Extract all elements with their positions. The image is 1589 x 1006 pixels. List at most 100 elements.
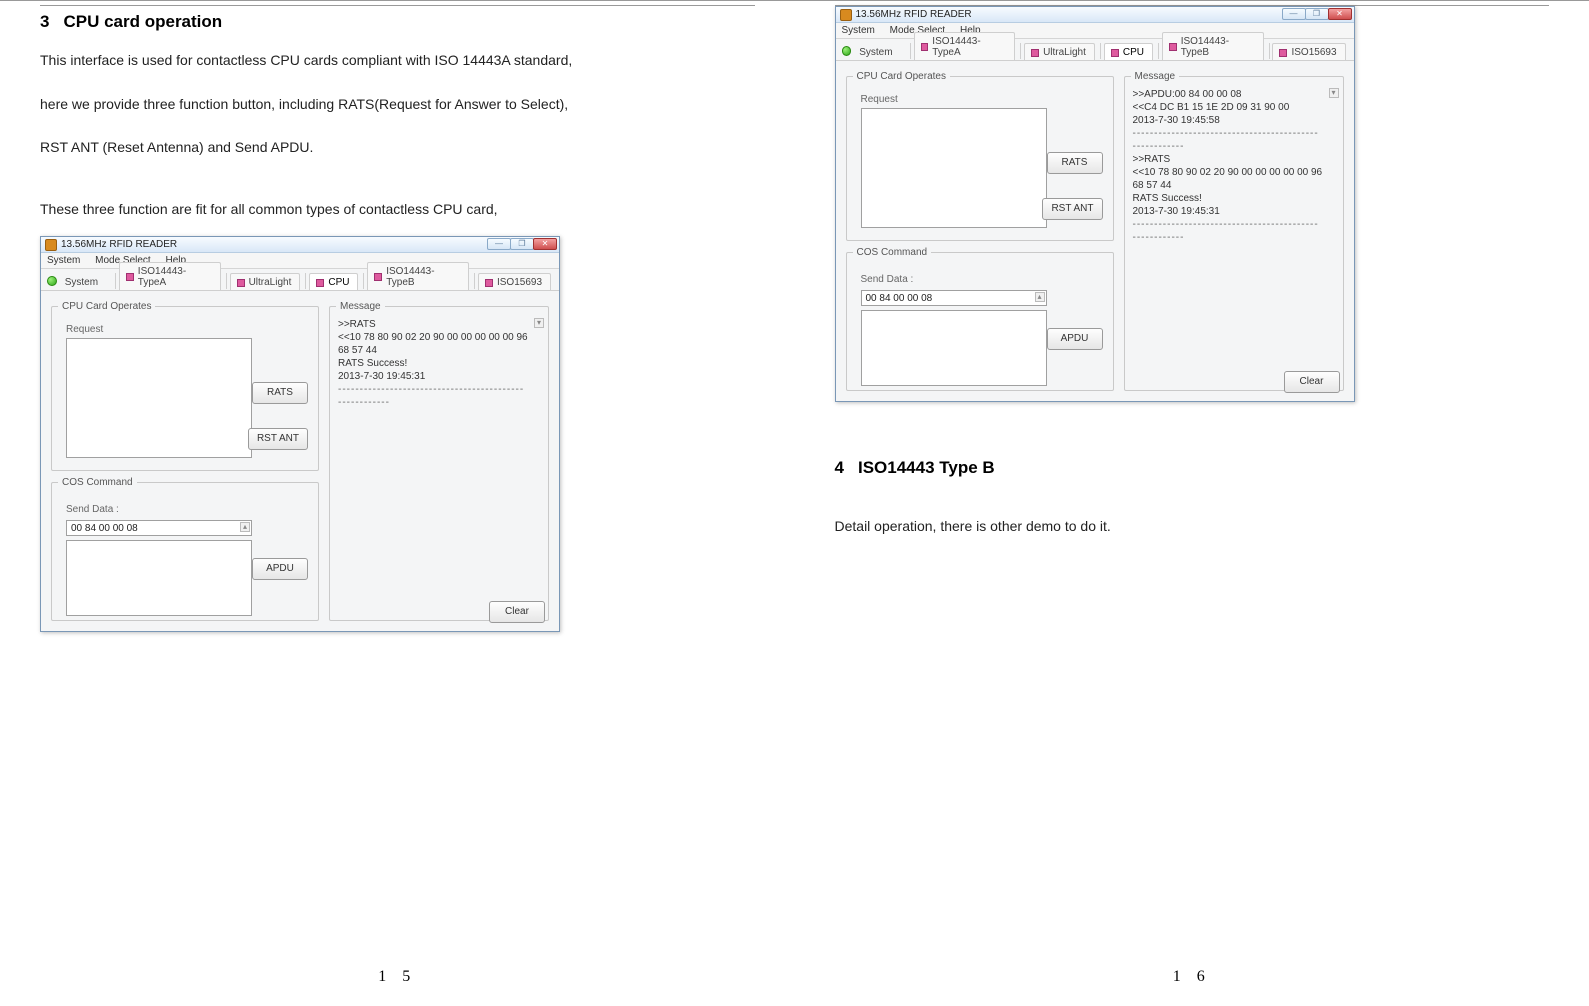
log-line: RATS Success! (1133, 192, 1323, 205)
apdu-button[interactable]: APDU (1047, 328, 1103, 350)
paragraph: Detail operation, there is other demo to… (835, 510, 1550, 544)
app-icon (45, 239, 57, 251)
request-text-area[interactable] (861, 108, 1047, 228)
log-line: <<10 78 80 90 02 20 90 00 00 00 00 00 96… (338, 331, 528, 357)
log-line: <<10 78 80 90 02 20 90 00 00 00 00 00 96… (1133, 166, 1323, 192)
message-group: Message ▴ >>APDU:00 84 00 00 08 <<C4 DC … (1124, 71, 1344, 391)
cpu-card-operates-group: CPU Card Operates Request RATS RST ANT (846, 71, 1114, 241)
message-log: >>RATS <<10 78 80 90 02 20 90 00 00 00 0… (338, 318, 528, 409)
tab-ultralight[interactable]: UltraLight (1024, 43, 1095, 60)
page-number: 1 5 (378, 968, 416, 986)
message-log: >>APDU:00 84 00 00 08 <<C4 DC B1 15 1E 2… (1133, 88, 1323, 244)
request-label: Request (66, 324, 103, 335)
send-data-area[interactable] (66, 540, 252, 616)
log-line: >>APDU:00 84 00 00 08 (1133, 88, 1323, 101)
tab-system[interactable]: System (857, 44, 904, 60)
maximize-button[interactable]: ❐ (510, 238, 534, 250)
tabbar: System ISO14443-TypeA UltraLight CPU ISO… (41, 269, 559, 291)
tab-cpu[interactable]: CPU (1104, 43, 1153, 60)
tab-iso15693[interactable]: ISO15693 (1272, 43, 1345, 60)
heading-number: 3 (40, 12, 49, 32)
message-group: Message ▴ >>RATS <<10 78 80 90 02 20 90 … (329, 301, 549, 621)
tab-icon (485, 279, 493, 287)
rats-button[interactable]: RATS (1047, 152, 1103, 174)
tab-typea[interactable]: ISO14443-TypeA (914, 32, 1016, 60)
log-line: RATS Success! (338, 357, 528, 370)
apdu-button[interactable]: APDU (252, 558, 308, 580)
tab-icon (316, 279, 324, 287)
content-area: CPU Card Operates Request RATS RST ANT C… (836, 61, 1354, 401)
paragraph: RST ANT (Reset Antenna) and Send APDU. (40, 131, 755, 165)
group-legend: Message (1131, 71, 1180, 82)
clear-button[interactable]: Clear (1284, 371, 1340, 393)
send-data-area[interactable] (861, 310, 1047, 386)
paragraph: These three function are fit for all com… (40, 193, 755, 227)
send-data-input[interactable]: 00 84 00 00 08 (861, 290, 1047, 306)
heading-text: CPU card operation (63, 12, 222, 31)
cpu-card-operates-group: CPU Card Operates Request RATS RST ANT (51, 301, 319, 471)
tab-icon (1169, 43, 1177, 51)
page-left: 3CPU card operation This interface is us… (0, 0, 795, 1006)
rst-ant-button[interactable]: RST ANT (1042, 198, 1102, 220)
scroll-up-icon[interactable]: ▴ (1035, 292, 1045, 302)
group-legend: Message (336, 301, 385, 312)
tab-icon (1279, 49, 1287, 57)
window-title: 13.56MHz RFID READER (61, 239, 177, 250)
tab-cpu[interactable]: CPU (309, 273, 358, 290)
heading-number: 4 (835, 458, 844, 478)
log-separator: ----------------------------------------… (1133, 218, 1323, 244)
cos-command-group: COS Command Send Data : 00 84 00 00 08 ▴… (51, 477, 319, 621)
scroll-down-icon[interactable]: ▾ (534, 318, 544, 328)
tab-system[interactable]: System (63, 274, 110, 290)
log-line: 2013-7-30 19:45:31 (338, 370, 528, 383)
send-data-label: Send Data : (66, 504, 119, 515)
content-area: CPU Card Operates Request RATS RST ANT C… (41, 291, 559, 631)
page-right: 13.56MHz RFID READER — ❐ ✕ System Mode S… (795, 0, 1589, 1006)
scroll-down-icon[interactable]: ▾ (1329, 88, 1339, 98)
menu-system[interactable]: System (842, 25, 875, 36)
tabbar: System ISO14443-TypeA UltraLight CPU ISO… (836, 39, 1354, 61)
log-separator: ----------------------------------------… (338, 383, 528, 409)
status-dot-icon (47, 276, 57, 286)
clear-button[interactable]: Clear (489, 601, 545, 623)
titlebar: 13.56MHz RFID READER — ❐ ✕ (41, 237, 559, 253)
log-separator: ----------------------------------------… (1133, 127, 1323, 153)
tab-icon (126, 273, 134, 281)
cos-command-group: COS Command Send Data : 00 84 00 00 08 ▴… (846, 247, 1114, 391)
tab-typeb[interactable]: ISO14443-TypeB (1162, 32, 1264, 60)
tab-icon (374, 273, 382, 281)
scroll-up-icon[interactable]: ▴ (240, 522, 250, 532)
request-label: Request (861, 94, 898, 105)
tab-ultralight[interactable]: UltraLight (230, 273, 301, 290)
window-title: 13.56MHz RFID READER (856, 9, 972, 20)
tab-icon (921, 43, 929, 51)
log-line: <<C4 DC B1 15 1E 2D 09 31 90 00 (1133, 101, 1323, 114)
request-text-area[interactable] (66, 338, 252, 458)
tab-icon (1031, 49, 1039, 57)
tab-icon (1111, 49, 1119, 57)
app-screenshot-2: 13.56MHz RFID READER — ❐ ✕ System Mode S… (835, 6, 1355, 402)
tab-typeb[interactable]: ISO14443-TypeB (367, 262, 469, 290)
tab-typea[interactable]: ISO14443-TypeA (119, 262, 221, 290)
menu-system[interactable]: System (47, 255, 80, 266)
rst-ant-button[interactable]: RST ANT (248, 428, 308, 450)
minimize-button[interactable]: — (487, 238, 511, 250)
status-dot-icon (842, 46, 852, 56)
send-data-label: Send Data : (861, 274, 914, 285)
group-legend: COS Command (58, 477, 137, 488)
rats-button[interactable]: RATS (252, 382, 308, 404)
titlebar: 13.56MHz RFID READER — ❐ ✕ (836, 7, 1354, 23)
paragraph: here we provide three function button, i… (40, 88, 755, 122)
group-legend: CPU Card Operates (853, 71, 950, 82)
app-icon (840, 9, 852, 21)
send-data-input[interactable]: 00 84 00 00 08 (66, 520, 252, 536)
minimize-button[interactable]: — (1282, 8, 1306, 20)
log-line: >>RATS (338, 318, 528, 331)
close-button[interactable]: ✕ (533, 238, 557, 250)
close-button[interactable]: ✕ (1328, 8, 1352, 20)
tab-iso15693[interactable]: ISO15693 (478, 273, 551, 290)
group-legend: CPU Card Operates (58, 301, 155, 312)
page-number: 1 6 (1173, 968, 1211, 986)
maximize-button[interactable]: ❐ (1305, 8, 1329, 20)
log-line: 2013-7-30 19:45:31 (1133, 205, 1323, 218)
